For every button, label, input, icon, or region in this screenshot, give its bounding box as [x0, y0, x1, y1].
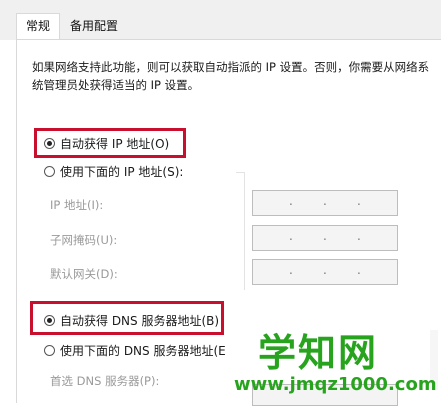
- radio-manual-ip[interactable]: [44, 166, 55, 177]
- auto-ip-label: 自动获得 IP 地址(O): [60, 137, 170, 151]
- group-border-right: [244, 172, 245, 290]
- group-border: [236, 172, 244, 173]
- tab-general[interactable]: 常规: [16, 13, 61, 40]
- manual-dns-label: 使用下面的 DNS 服务器地址(E: [60, 344, 226, 358]
- default-gateway-label: 默认网关(D):: [50, 267, 118, 281]
- radio-auto-ip[interactable]: [44, 138, 55, 149]
- radio-manual-dns[interactable]: [44, 345, 55, 356]
- tab-alternate-config[interactable]: 备用配置: [64, 14, 124, 38]
- subnet-mask-field[interactable]: ...: [252, 225, 398, 251]
- preferred-dns-label: 首选 DNS 服务器(P):: [50, 374, 160, 388]
- default-gateway-field[interactable]: ...: [252, 259, 398, 285]
- radio-auto-dns[interactable]: [44, 315, 55, 326]
- watermark-title: 学知网: [258, 331, 379, 375]
- ip-address-label: IP 地址(I):: [50, 198, 104, 212]
- ip-address-field[interactable]: ...: [252, 190, 398, 216]
- subnet-mask-label: 子网掩码(U):: [50, 233, 118, 247]
- watermark-url: www.jmqz1000.com: [234, 374, 437, 395]
- description-text: 如果网络支持此功能，则可以获取自动指派的 IP 设置。否则，你需要从网络系统管理…: [32, 60, 430, 92]
- auto-dns-label: 自动获得 DNS 服务器地址(B): [60, 314, 220, 328]
- manual-ip-label: 使用下面的 IP 地址(S):: [60, 165, 184, 179]
